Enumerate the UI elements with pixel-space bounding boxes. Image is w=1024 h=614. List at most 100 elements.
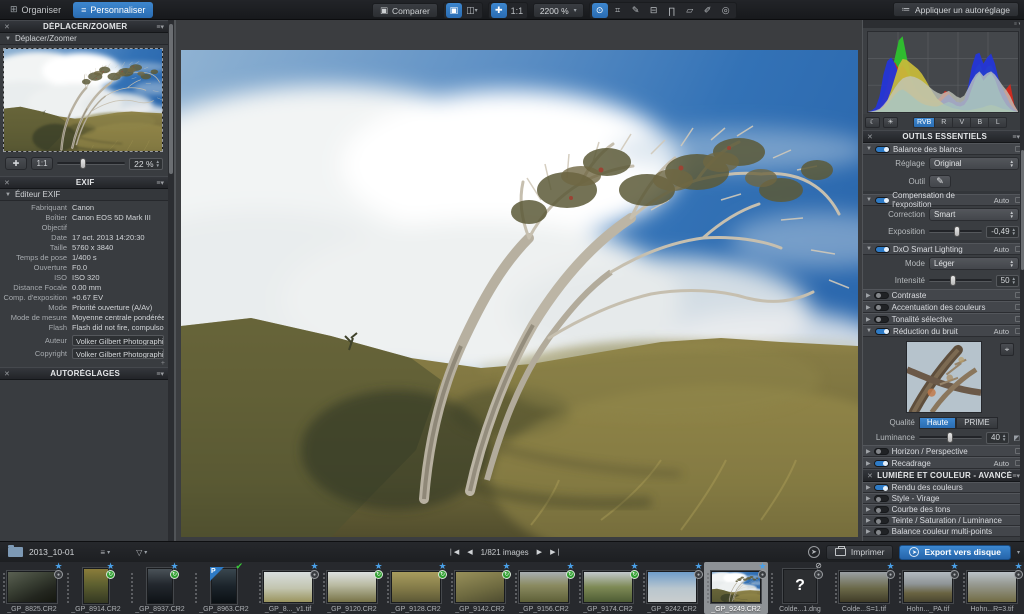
section-style-virage[interactable]: ▶Style - Virage: [863, 493, 1024, 504]
thumbnail-image[interactable]: [711, 571, 761, 603]
keystone-tool-icon[interactable]: ▱: [682, 3, 698, 18]
section-courbe-des-tons[interactable]: ▶Courbe des tons: [863, 504, 1024, 515]
thumbnail-drag-handle[interactable]: [258, 572, 262, 604]
section-smart-lighting[interactable]: ▼ DxO Smart Lighting Auto: [863, 243, 1024, 255]
star-rating-icon[interactable]: ★: [310, 562, 318, 570]
star-rating-icon[interactable]: ★: [950, 562, 958, 570]
filmstrip-item[interactable]: ★↻_GP_9120.CR2: [320, 562, 384, 614]
thumbnail-image[interactable]: [967, 571, 1017, 603]
split-view-icon[interactable]: ◫▾: [464, 3, 480, 18]
filmstrip-item[interactable]: ★↻_GP_9156.CR2: [512, 562, 576, 614]
last-image-button[interactable]: ▶❘: [550, 548, 561, 556]
star-rating-icon[interactable]: ★: [1014, 562, 1022, 570]
menu-icon[interactable]: ≡▾: [156, 23, 164, 31]
section-toggle[interactable]: [874, 484, 889, 491]
thumbnail-image[interactable]: [7, 571, 57, 603]
quality-button-prime[interactable]: PRIME: [956, 417, 997, 429]
autosettings-palette-header[interactable]: ✕ AUTORÉGLAGES ≡▾: [0, 367, 168, 380]
exif-resize-handle[interactable]: +: [0, 360, 168, 367]
section-balance-couleur-multi-points[interactable]: ▶Balance couleur multi-points: [863, 526, 1024, 537]
perspective-tool-icon[interactable]: ∏: [664, 3, 680, 18]
move-zoom-palette-header[interactable]: ✕ DÉPLACER/ZOOMER ≡▾: [0, 20, 168, 33]
section-contrast[interactable]: ▶ Contraste: [863, 289, 1024, 301]
unprocessed-status-icon[interactable]: ●: [886, 570, 895, 579]
exif-editor-section-header[interactable]: ▼ Éditeur EXIF: [0, 189, 168, 201]
compare-button[interactable]: ▣ Comparer: [372, 3, 438, 18]
processed-status-icon[interactable]: ↻: [630, 570, 639, 579]
star-rating-icon[interactable]: ★: [630, 562, 638, 570]
menu-icon[interactable]: ≡▾: [1012, 133, 1020, 141]
unprocessed-status-icon[interactable]: ●: [814, 570, 823, 579]
zoom-one-to-one-button[interactable]: 1:1: [509, 3, 525, 18]
thumbnail-image[interactable]: ?: [783, 569, 817, 603]
auto-label[interactable]: Auto: [994, 196, 1009, 205]
star-rating-icon[interactable]: ★: [566, 562, 574, 570]
thumbnail-drag-handle[interactable]: [2, 572, 6, 604]
checkmark-icon[interactable]: ✔: [235, 562, 243, 570]
horizon-toggle[interactable]: [874, 448, 889, 455]
star-rating-icon[interactable]: ★: [502, 562, 510, 570]
thumbnail-image[interactable]: [391, 571, 441, 603]
smart-lighting-toggle[interactable]: [875, 246, 890, 253]
menu-icon[interactable]: ≡▾: [156, 370, 164, 378]
thumbnail-drag-handle[interactable]: [386, 572, 390, 604]
section-selective-tone[interactable]: ▶ Tonalité sélective: [863, 313, 1024, 325]
star-rating-icon[interactable]: ★: [438, 562, 446, 570]
star-rating-icon[interactable]: ★: [694, 562, 702, 570]
exposure-toggle[interactable]: [875, 197, 889, 204]
navigator-zoom-value[interactable]: 22 % ▲▼: [129, 158, 163, 170]
section-horizon-perspective[interactable]: ▶ Horizon / Perspective: [863, 445, 1024, 457]
tab-personnaliser[interactable]: ≡ Personnaliser: [73, 2, 153, 18]
processed-status-icon[interactable]: ↻: [566, 570, 575, 579]
single-view-icon[interactable]: ▣: [446, 3, 462, 18]
filmstrip-item[interactable]: ★●Hohn...R=3.tif: [960, 562, 1024, 614]
hand-tool-icon[interactable]: ⊙: [592, 3, 608, 18]
copyright-field[interactable]: Volker Gilbert Photographie 2013: [72, 348, 164, 359]
star-rating-icon[interactable]: ★: [374, 562, 382, 570]
quality-button-haute[interactable]: Haute: [919, 417, 956, 429]
print-button[interactable]: Imprimer: [826, 545, 894, 560]
thumbnail-drag-handle[interactable]: [898, 572, 902, 604]
right-panel-scrollbar[interactable]: [1020, 20, 1024, 541]
filmstrip-item[interactable]: ★●_GP_9249.CR2: [704, 562, 768, 614]
auto-label[interactable]: Auto: [994, 459, 1009, 468]
section-noise-reduction[interactable]: ▼ Réduction du bruit Auto: [863, 325, 1024, 337]
thumbnail-image[interactable]: [647, 571, 697, 603]
filmstrip-item[interactable]: ★●Colde...S=1.tif: [832, 562, 896, 614]
unprocessed-status-icon[interactable]: ●: [950, 570, 959, 579]
unprocessed-status-icon[interactable]: ●: [694, 570, 703, 579]
channel-button-v[interactable]: V: [953, 117, 971, 128]
section-teinte-saturation-luminance[interactable]: ▶Teinte / Saturation / Luminance: [863, 515, 1024, 526]
noise-reduction-toggle[interactable]: [875, 328, 890, 335]
intensity-value[interactable]: 50 ▲▼: [996, 275, 1019, 287]
thumbnail-image[interactable]: [583, 571, 633, 603]
filmstrip-item[interactable]: ★↻_GP_9142.CR2: [448, 562, 512, 614]
move-zoom-section-header[interactable]: ▼ Déplacer/Zoomer: [0, 33, 168, 45]
channel-button-l[interactable]: L: [989, 117, 1007, 128]
filmstrip-item[interactable]: ★●_GP_8825.CR2: [0, 562, 64, 614]
thumbnail-drag-handle[interactable]: [130, 572, 134, 604]
thumbnail-drag-handle[interactable]: [834, 572, 838, 604]
thumbnail-image[interactable]: [519, 571, 569, 603]
filmstrip-item[interactable]: ★↻_GP_8937.CR2: [128, 562, 192, 614]
section-toggle[interactable]: [874, 495, 889, 502]
next-image-button[interactable]: ▶: [537, 548, 542, 556]
star-rating-icon[interactable]: ★: [170, 562, 178, 570]
thumbnail-drag-handle[interactable]: [578, 572, 582, 604]
section-toggle[interactable]: [874, 528, 889, 535]
exif-palette-header[interactable]: ✕ EXIF ≡▾: [0, 176, 168, 189]
filmstrip-item[interactable]: ★●_GP_8..._v1.tif: [256, 562, 320, 614]
channel-button-r[interactable]: R: [935, 117, 953, 128]
filmstrip-item[interactable]: ★●Hohn..._PA.tif: [896, 562, 960, 614]
light-color-advanced-header[interactable]: ✕ LUMIÈRE ET COULEUR - AVANCÉ ≡▾: [863, 469, 1024, 482]
thumbnail-drag-handle[interactable]: [770, 572, 774, 604]
luminance-value[interactable]: 40 ▲▼: [986, 432, 1009, 444]
menu-icon[interactable]: ≡▾: [156, 179, 164, 187]
processed-status-icon[interactable]: ↻: [438, 570, 447, 579]
section-crop[interactable]: ▶ Recadrage Auto: [863, 457, 1024, 469]
stepper-arrows-icon[interactable]: ▲▼: [156, 160, 160, 167]
thumbnail-drag-handle[interactable]: [194, 572, 198, 604]
unprocessed-status-icon[interactable]: ●: [1014, 570, 1023, 579]
section-white-balance[interactable]: ▼ Balance des blancs: [863, 143, 1024, 155]
highlight-clipping-icon[interactable]: ☀: [883, 117, 898, 128]
